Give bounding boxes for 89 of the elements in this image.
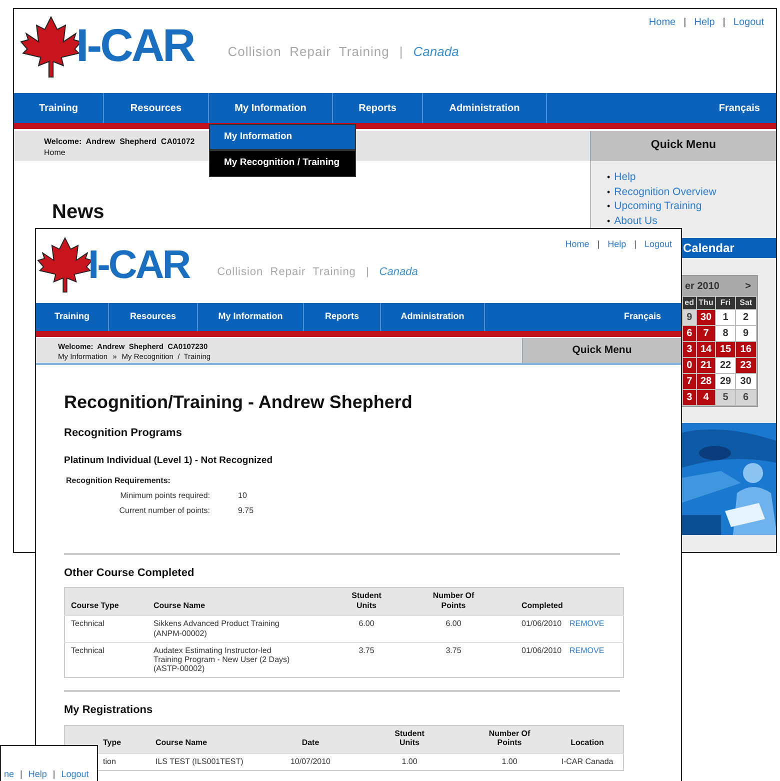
page-heading: News <box>52 200 106 225</box>
section-heading: Other Course Completed <box>64 566 196 581</box>
weekday-label: Thu <box>696 296 716 310</box>
calendar-day[interactable]: 9 <box>682 310 696 326</box>
next-month-button[interactable]: > <box>745 278 751 294</box>
table-cell: Audatex Estimating Instructor-led Training Program - New User (2 Days) (ASTP-00002) <box>148 642 328 678</box>
table-cell: 6.00 <box>406 616 502 642</box>
tagline-separator: | <box>366 264 370 280</box>
logo-text: I-CAR <box>76 22 194 68</box>
link-separator: | <box>20 768 22 781</box>
top-link[interactable]: ne <box>4 768 14 781</box>
bullet: • <box>607 200 610 213</box>
table-cell: Technical <box>64 642 148 678</box>
bullet: • <box>607 186 610 198</box>
quick-menu-header: Quick Menu <box>590 131 776 161</box>
section-heading: Recognition Programs <box>64 426 183 441</box>
calendar-header: Calendar <box>681 238 776 258</box>
table-cell: ILS TEST (ILS001TEST) <box>150 754 270 771</box>
calendar-day[interactable]: 3 <box>682 390 696 406</box>
table-cell: 1.00 <box>352 754 468 771</box>
top-link[interactable]: Logout <box>733 15 764 30</box>
table-cell: 1.00 <box>468 754 552 771</box>
link-separator: | <box>52 768 56 781</box>
tagline: Collision Repair Training <box>217 264 356 280</box>
table-cell: 01/06/2010 <box>502 642 564 678</box>
calendar-day[interactable]: 3 <box>682 342 696 358</box>
requirements-label: Recognition Requirements: <box>65 474 172 487</box>
link-separator: | <box>634 238 636 251</box>
table-cell: 3.75 <box>328 642 406 678</box>
quick-menu-link[interactable]: Upcoming Training <box>614 199 702 214</box>
bullet: • <box>607 214 610 228</box>
language-link[interactable]: Français <box>718 93 776 123</box>
table-cell: 01/06/2010 <box>502 616 564 642</box>
top-link[interactable]: Help <box>694 15 715 30</box>
remove-link[interactable]: REMOVE <box>570 646 604 655</box>
requirement-value: 9.75 <box>238 504 254 517</box>
tagline-separator: | <box>399 42 404 61</box>
link-separator: | <box>722 16 726 30</box>
column-header: Student Units <box>328 588 406 616</box>
top-link[interactable]: Home <box>565 238 590 252</box>
dropdown-item[interactable]: My Information <box>209 124 356 150</box>
requirement-value: 10 <box>238 490 247 502</box>
tagline: Collision Repair Training <box>228 42 390 61</box>
link-separator: | <box>684 16 686 30</box>
dropdown-item[interactable]: My Recognition / Training <box>209 150 356 176</box>
calendar-day[interactable]: 0 <box>682 358 696 374</box>
quick-menu-link[interactable]: Recognition Overview <box>614 184 716 199</box>
calendar-month: er 2010 <box>685 280 720 294</box>
top-link[interactable]: Logout <box>644 238 672 252</box>
section-heading: My Registrations <box>64 703 154 718</box>
table-cell: I-CAR Canada <box>552 754 624 771</box>
top-link[interactable]: Home <box>648 15 676 30</box>
table-cell: 10/07/2010 <box>270 754 352 771</box>
weekday-label: Sat <box>735 296 756 310</box>
table-cell: 3.75 <box>406 642 502 678</box>
column-header: Course Type <box>64 588 148 616</box>
column-header: Completed <box>502 588 564 616</box>
column-header: Student Units <box>352 725 468 754</box>
requirement-label: Minimum points required: <box>119 490 210 502</box>
quick-menu-header: Quick Menu <box>522 338 681 363</box>
top-link[interactable]: Help <box>28 768 47 781</box>
bullet: • <box>607 171 610 184</box>
table-cell: Sikkens Advanced Product Training (ANPM-00002) <box>148 616 328 642</box>
column-header: Course Name <box>150 725 270 754</box>
program-status: Platinum Individual (Level 1) - Not Recognized <box>64 454 274 468</box>
calendar-day[interactable]: 7 <box>682 374 696 390</box>
top-link[interactable]: Help <box>608 238 626 252</box>
remove-link[interactable]: REMOVE <box>570 619 604 628</box>
requirement-label: Current number of points: <box>118 504 210 517</box>
table-cell: 6.00 <box>328 616 406 642</box>
region-label: Canada <box>413 42 459 60</box>
column-header: Course Name <box>148 588 328 616</box>
link-separator: | <box>597 238 600 251</box>
weekday-label: ed <box>682 296 696 310</box>
region-label: Canada <box>379 264 418 280</box>
calendar-day[interactable]: 6 <box>682 326 696 342</box>
table-cell: Technical <box>64 616 148 642</box>
weekday-label: Fri <box>716 296 736 310</box>
column-header: Number Of Points <box>406 588 502 616</box>
top-link[interactable]: Logout <box>61 768 89 781</box>
page-title: Recognition/Training - Andrew Shepherd <box>64 391 414 413</box>
quick-menu-link[interactable]: Help <box>614 170 636 184</box>
column-header: Date <box>270 725 352 754</box>
language-link[interactable]: Français <box>624 303 681 331</box>
quick-menu-link[interactable]: About Us <box>614 214 658 228</box>
welcome-text: Welcome: Andrew Shepherd CA01072 <box>44 137 195 147</box>
column-header: Location <box>552 725 624 754</box>
logo-text: I-CAR <box>88 245 190 285</box>
column-header: Number Of Points <box>468 725 552 754</box>
